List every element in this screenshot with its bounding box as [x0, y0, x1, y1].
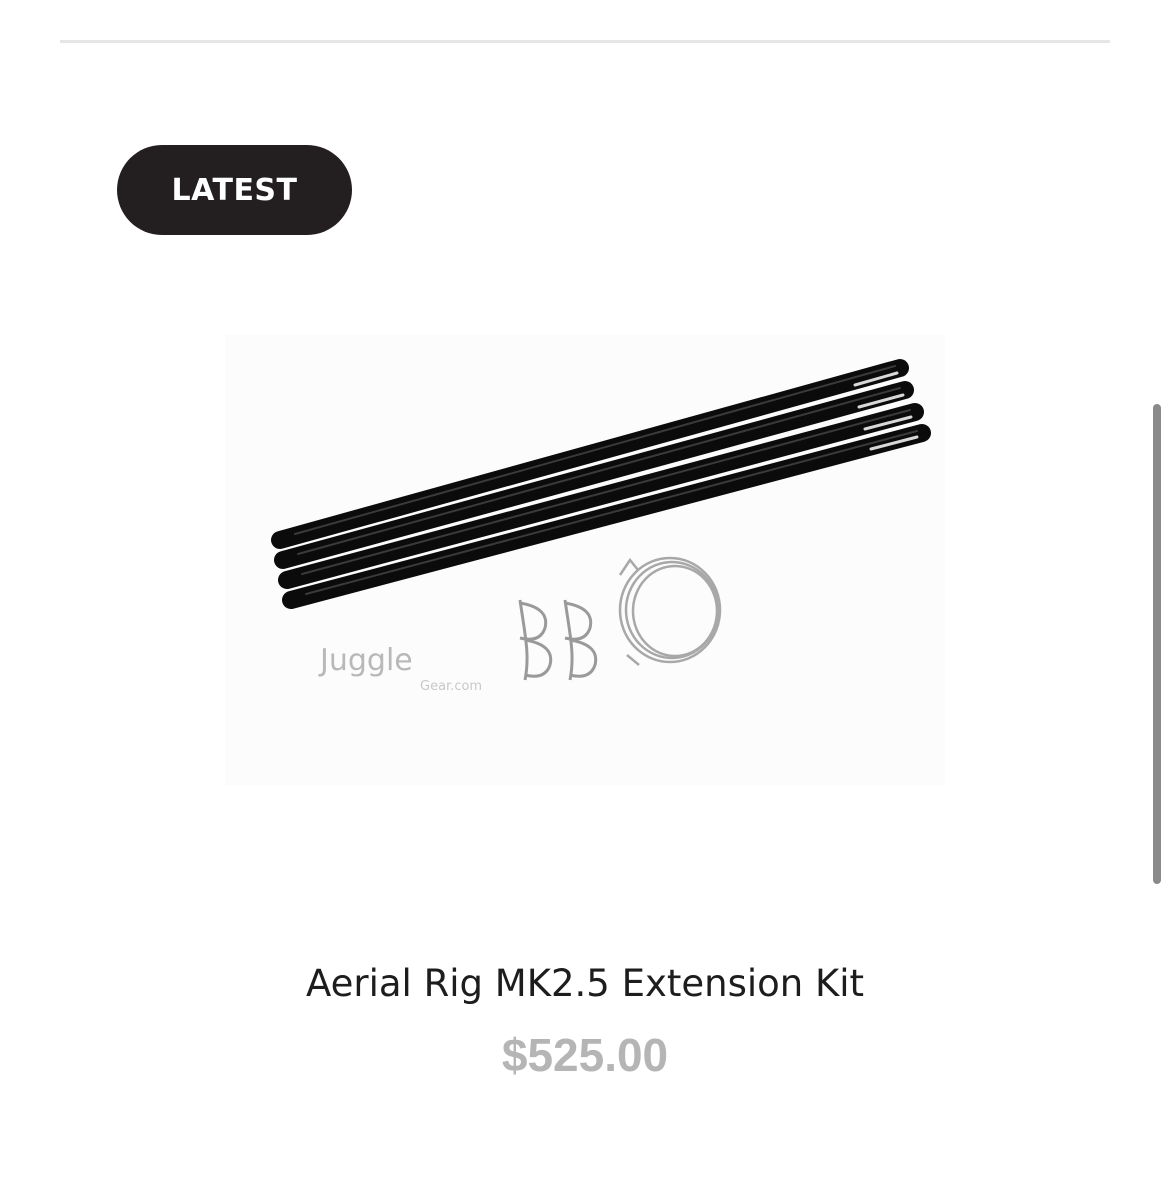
watermark-sub: Gear.com [420, 679, 482, 694]
latest-badge-label: LATEST [171, 172, 298, 208]
product-photo: Juggle Gear.com [225, 335, 945, 785]
watermark-main: Juggle [318, 643, 413, 678]
latest-badge: LATEST [117, 145, 352, 235]
product-title-link[interactable]: Aerial Rig MK2.5 Extension Kit [0, 962, 1170, 1005]
top-divider [60, 40, 1110, 43]
scrollbar-thumb[interactable] [1153, 404, 1161, 884]
product-image[interactable]: Juggle Gear.com [225, 335, 945, 785]
product-price: $525.00 [501, 1029, 669, 1081]
page: LATEST Juggle Gear.com Aerial Rig MK2.5 … [0, 0, 1170, 1201]
